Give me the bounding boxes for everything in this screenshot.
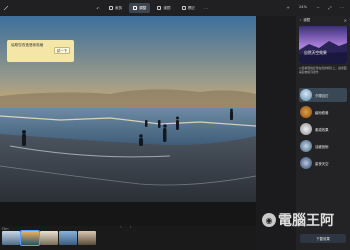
apply-button[interactable]: 下載效果 [300, 234, 346, 243]
fit-icon[interactable]: ⤢ [326, 3, 334, 11]
style-item-sunset[interactable]: 夕陽自訂 [299, 88, 347, 102]
burger-style-icon [300, 106, 312, 118]
prev-arrow-icon[interactable]: ‹ [120, 224, 122, 229]
style-list: 夕陽自訂 繽紛繪畫 素描效果 油畫藝術 星夜天空 [299, 88, 347, 170]
pager: ‹ › [120, 224, 131, 229]
style-label: 素描效果 [315, 127, 329, 132]
style-label: 油畫藝術 [315, 144, 329, 149]
watermark-text: 電腦王阿 [278, 213, 334, 229]
thumbnail[interactable] [78, 231, 96, 245]
tool-filter-label: 濾鏡 [163, 5, 171, 10]
tip-banner: 協助您改進藝術風格 試一下 [7, 40, 74, 62]
style-item-burger[interactable]: 繽紛繪畫 [299, 105, 347, 119]
tool-crop[interactable]: 裁剪 [105, 3, 126, 13]
edit-toolbar: ↶ 裁剪 調整 濾鏡 標記 ⋯ [94, 3, 210, 13]
tool-markup-label: 標記 [187, 5, 195, 10]
hero-description: 以藝術風格套用在您的相片上，讓畫面看起來如同畫作 [299, 66, 347, 74]
panel-header: ‹ 濾鏡 [300, 17, 311, 23]
thumbnail[interactable] [2, 231, 20, 245]
sunset-style-icon [300, 89, 312, 101]
style-item-oil[interactable]: 油畫藝術 [299, 139, 347, 153]
adjust-icon [133, 6, 138, 10]
tool-adjust[interactable]: 調整 [129, 3, 151, 13]
markup-icon [181, 6, 186, 10]
style-label: 星夜天空 [315, 161, 329, 166]
style-label: 繽紛繪畫 [315, 110, 329, 115]
more-icon[interactable]: ⋯ [202, 4, 210, 12]
top-toolbar: ↶ 裁剪 調整 濾鏡 標記 ⋯ + 24% − ⤢ ⋯ [0, 0, 350, 16]
thumbnail[interactable] [40, 231, 58, 245]
oil-style-icon [300, 140, 312, 152]
zoom-level[interactable]: 24% [296, 3, 310, 11]
tool-adjust-label: 調整 [139, 5, 147, 10]
tip-try-button[interactable]: 試一下 [54, 47, 70, 54]
thumbnail[interactable] [59, 231, 77, 245]
style-item-starry[interactable]: 星夜天空 [299, 156, 347, 170]
tool-filter[interactable]: 濾鏡 [153, 3, 174, 13]
starry-style-icon [300, 157, 312, 169]
hero-preview [299, 26, 347, 64]
zoom-out-icon[interactable]: − [314, 3, 322, 11]
close-icon[interactable]: × [344, 18, 347, 23]
tool-markup[interactable]: 標記 [178, 3, 199, 13]
panel-title: 濾鏡 [303, 18, 311, 22]
tool-crop-label: 裁剪 [115, 5, 123, 10]
top-right-controls: + 24% − ⤢ ⋯ [284, 3, 346, 11]
thumbnail[interactable] [20, 230, 40, 246]
sketch-style-icon [300, 123, 312, 135]
undo-icon[interactable]: ↶ [94, 4, 102, 12]
more-options-icon[interactable]: ⋯ [338, 3, 346, 11]
watermark-logo-icon: ◉ [262, 213, 276, 227]
style-label: 夕陽自訂 [315, 93, 329, 98]
back-arrow-icon[interactable]: ‹ [300, 18, 301, 22]
style-item-sketch[interactable]: 素描效果 [299, 122, 347, 136]
crop-icon [109, 6, 113, 10]
filmstrip-thumbs [2, 230, 96, 246]
zoom-in-icon[interactable]: + [284, 3, 292, 11]
hero-title: 自然天空效果 [304, 50, 327, 55]
watermark: ◉ 電腦王阿 [262, 206, 350, 234]
next-arrow-icon[interactable]: › [130, 224, 132, 229]
filter-icon [157, 6, 162, 10]
tip-text: 協助您改進藝術風格 [11, 43, 44, 47]
pen-icon[interactable] [3, 5, 9, 11]
